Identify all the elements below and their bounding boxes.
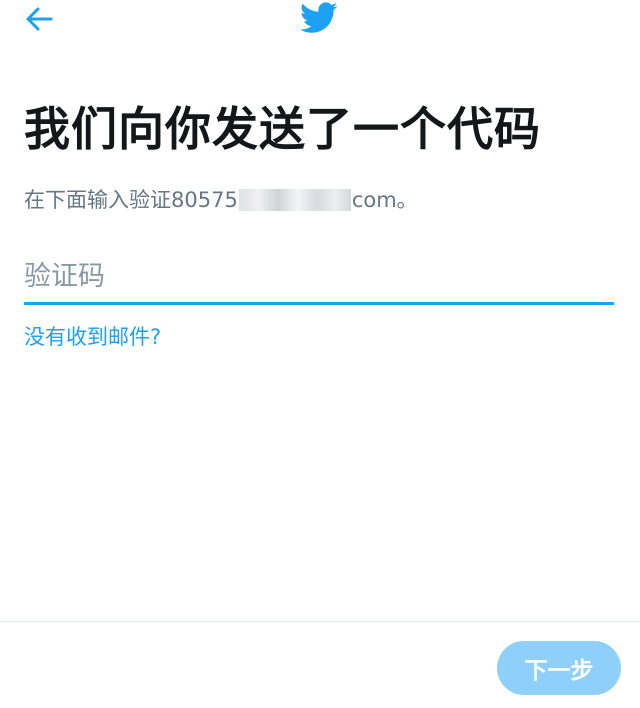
instruction-text: 在下面输入验证80575 com。 [24, 186, 418, 214]
verification-code-input[interactable] [24, 250, 614, 305]
verification-page: 我们向你发送了一个代码 在下面输入验证80575 com。 没有收到邮件? 下一… [0, 0, 640, 708]
page-title: 我们向你发送了一个代码 [24, 102, 541, 156]
twitter-bird-icon [300, 2, 338, 33]
footer-divider [0, 621, 640, 622]
instruction-prefix: 在下面输入验证80575 [24, 188, 238, 212]
instruction-suffix: com。 [351, 188, 418, 212]
arrow-left-icon [26, 7, 53, 31]
back-button[interactable] [22, 4, 56, 34]
resend-email-link[interactable]: 没有收到邮件? [24, 322, 161, 352]
redacted-email [238, 189, 351, 211]
next-button[interactable]: 下一步 [497, 641, 621, 695]
